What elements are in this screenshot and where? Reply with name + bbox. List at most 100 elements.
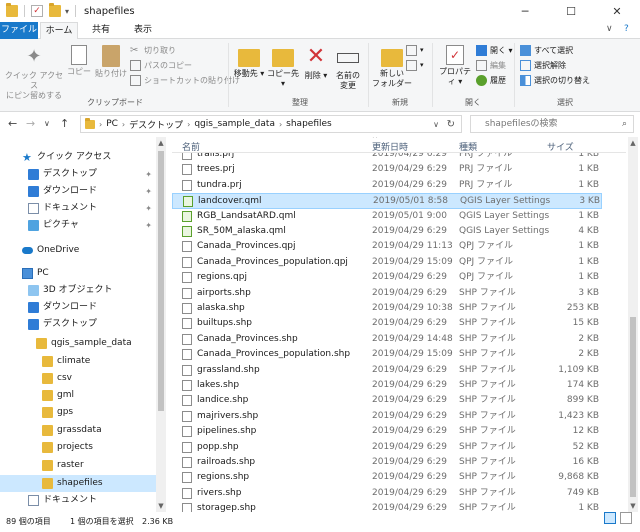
nav-item[interactable]: デスクトップ ✦ xyxy=(0,166,156,183)
scrollbar-thumb[interactable] xyxy=(630,317,636,497)
breadcrumb-pc[interactable]: PC xyxy=(106,119,118,129)
file-row[interactable]: railroads.shp 2019/04/29 6:29 SHP ファイル 16 K… xyxy=(172,455,602,470)
file-row[interactable]: RGB_LandsatARD.qml 2019/05/01 9:00 QGIS La… xyxy=(172,209,602,224)
nav-item[interactable]: PC xyxy=(0,265,156,282)
properties-check-icon[interactable]: ✓ xyxy=(31,5,43,17)
file-row[interactable]: landice.shp 2019/04/29 6:29 SHP ファイル 899 KB xyxy=(172,393,602,408)
scroll-up-icon[interactable]: ▲ xyxy=(156,139,166,147)
file-row[interactable]: trees.prj 2019/04/29 6:29 PRJ ファイル 1 KB xyxy=(172,162,602,177)
file-row[interactable]: airports.shp 2019/04/29 6:29 SHP ファイル 3 KB xyxy=(172,286,602,301)
file-row[interactable]: tundra.prj 2019/04/29 6:29 PRJ ファイル 1 KB xyxy=(172,178,602,193)
large-icons-view-icon[interactable] xyxy=(620,512,632,524)
new-item-button[interactable]: ▾ xyxy=(406,44,424,57)
nav-item[interactable]: gps xyxy=(0,404,156,421)
open-button[interactable]: 開く ▾ xyxy=(476,44,513,57)
file-row[interactable]: Canada_Provinces_population.qpj 2019/04/2… xyxy=(172,255,602,270)
history-button[interactable]: 履歴 xyxy=(476,74,506,87)
copy-path-button[interactable]: パスのコピー xyxy=(130,59,192,72)
nav-item[interactable]: grassdata xyxy=(0,422,156,439)
delete-button[interactable]: ✕ 削除 ▾ xyxy=(302,45,330,81)
nav-item[interactable]: shapefiles xyxy=(0,475,156,492)
new-folder-icon[interactable] xyxy=(49,3,61,17)
scroll-down-icon[interactable]: ▼ xyxy=(628,502,638,510)
address-field[interactable]: › PC › デスクトップ › qgis_sample_data › shape… xyxy=(80,115,462,133)
file-row[interactable]: Canada_Provinces.qpj 2019/04/29 11:13 QPJ … xyxy=(172,239,602,254)
file-row[interactable]: majrivers.shp 2019/04/29 6:29 SHP ファイル 1,42… xyxy=(172,409,602,424)
chevron-right-icon[interactable]: › xyxy=(187,120,190,129)
paste-shortcut-button[interactable]: ショートカットの貼り付け xyxy=(130,74,240,87)
chevron-right-icon[interactable]: › xyxy=(279,120,282,129)
nav-item[interactable]: ドキュメント xyxy=(0,492,156,509)
file-row[interactable]: storagep.shp 2019/04/29 6:29 SHP ファイル 1 KB xyxy=(172,501,602,512)
scroll-down-icon[interactable]: ▼ xyxy=(156,502,166,510)
nav-item[interactable]: climate xyxy=(0,353,156,370)
scroll-up-icon[interactable]: ▲ xyxy=(628,139,638,147)
minimize-button[interactable]: ─ xyxy=(502,0,548,22)
select-all-button[interactable]: すべて選択 xyxy=(520,44,573,57)
back-button[interactable]: ← xyxy=(8,117,17,130)
file-row[interactable]: grassland.shp 2019/04/29 6:29 SHP ファイル 1,10… xyxy=(172,363,602,378)
chevron-right-icon[interactable]: › xyxy=(99,120,102,129)
move-to-button[interactable]: 移動先 ▾ xyxy=(232,45,266,79)
invert-selection-button[interactable]: 選択の切り替え xyxy=(520,74,590,87)
copy-button[interactable]: コピー xyxy=(66,45,92,77)
pin-quick-access-button[interactable]: ✦ クイック アクセス にピン留めする xyxy=(2,45,66,101)
tab-view[interactable]: 表示 xyxy=(124,22,162,39)
file-row[interactable]: regions.qpj 2019/04/29 6:29 QPJ ファイル 1 KB xyxy=(172,270,602,285)
file-row[interactable]: landcover.qml 2019/05/01 8:58 QGIS Layer S… xyxy=(172,193,602,209)
ribbon-expand-icon[interactable]: ∨ xyxy=(606,24,613,34)
quick-access-dropdown-icon[interactable]: ▾ xyxy=(65,7,69,16)
file-row[interactable]: SR_50M_alaska.qml 2019/04/29 6:29 QGIS Lay… xyxy=(172,224,602,239)
file-row[interactable]: rivers.shp 2019/04/29 6:29 SHP ファイル 749 KB xyxy=(172,486,602,501)
file-row[interactable]: pipelines.shp 2019/04/29 6:29 SHP ファイル 12 K… xyxy=(172,424,602,439)
nav-item[interactable]: ダウンロード ✦ xyxy=(0,183,156,200)
search-icon[interactable]: ⌕ xyxy=(622,116,627,132)
nav-item[interactable]: csv xyxy=(0,370,156,387)
file-list-scrollbar[interactable]: ▲ ▼ xyxy=(628,137,638,512)
cut-button[interactable]: ✂ 切り取り xyxy=(130,44,176,57)
paste-button[interactable]: 貼り付け xyxy=(94,45,128,79)
nav-item[interactable]: projects xyxy=(0,439,156,456)
nav-item[interactable]: gml xyxy=(0,387,156,404)
nav-item[interactable]: qgis_sample_data xyxy=(0,335,156,352)
address-dropdown-icon[interactable]: ∨ xyxy=(433,120,439,129)
breadcrumb-qgis-sample-data[interactable]: qgis_sample_data xyxy=(194,119,275,129)
file-row[interactable]: builtups.shp 2019/04/29 6:29 SHP ファイル 15 KB xyxy=(172,316,602,331)
recent-dropdown-button[interactable]: ∨ xyxy=(44,119,50,128)
search-input[interactable]: shapefilesの検索 ⌕ xyxy=(470,115,634,133)
file-row[interactable]: popp.shp 2019/04/29 6:29 SHP ファイル 52 KB xyxy=(172,440,602,455)
navigation-pane-scrollbar[interactable]: ▲ ▼ xyxy=(156,137,166,512)
help-icon[interactable]: ? xyxy=(624,24,629,34)
nav-item[interactable]: OneDrive xyxy=(0,242,156,259)
breadcrumb-desktop[interactable]: デスクトップ xyxy=(129,118,183,131)
nav-item[interactable]: ダウンロード xyxy=(0,299,156,316)
nav-item[interactable]: ドキュメント ✦ xyxy=(0,200,156,217)
file-row[interactable]: Canada_Provinces.shp 2019/04/29 14:48 SHP … xyxy=(172,332,602,347)
folder-icon[interactable] xyxy=(6,3,18,17)
nav-item[interactable]: ★ クイック アクセス xyxy=(0,149,156,166)
refresh-icon[interactable]: ↻ xyxy=(447,119,455,130)
nav-item[interactable]: デスクトップ xyxy=(0,316,156,333)
file-row[interactable]: regions.shp 2019/04/29 6:29 SHP ファイル 9,868 … xyxy=(172,470,602,485)
breadcrumb-shapefiles[interactable]: shapefiles xyxy=(286,119,332,129)
up-button[interactable]: ↑ xyxy=(60,117,69,130)
column-type[interactable]: 種類 xyxy=(459,140,477,153)
file-row[interactable]: lakes.shp 2019/04/29 6:29 SHP ファイル 174 KB xyxy=(172,378,602,393)
details-view-icon[interactable] xyxy=(604,512,616,524)
column-size[interactable]: サイズ xyxy=(547,140,574,153)
tab-file[interactable]: ファイル xyxy=(0,22,38,39)
tab-share[interactable]: 共有 xyxy=(82,22,120,39)
column-date[interactable]: 更新日時 xyxy=(372,140,408,153)
easy-access-button[interactable]: ▾ xyxy=(406,59,424,72)
copy-to-button[interactable]: コピー先 ▾ xyxy=(266,45,300,89)
file-row[interactable]: Canada_Provinces_population.shp 2019/04/2… xyxy=(172,347,602,362)
maximize-button[interactable]: ☐ xyxy=(548,0,594,22)
select-none-button[interactable]: 選択解除 xyxy=(520,59,566,72)
properties-button[interactable]: ✓ プロパティ ▾ xyxy=(436,45,474,87)
rename-button[interactable]: 名前の 変更 xyxy=(332,45,364,91)
nav-item[interactable]: raster xyxy=(0,457,156,474)
nav-item[interactable]: ピクチャ ✦ xyxy=(0,217,156,234)
edit-button[interactable]: 編集 xyxy=(476,59,506,72)
tab-home[interactable]: ホーム xyxy=(40,22,78,40)
forward-button[interactable]: → xyxy=(26,117,35,130)
